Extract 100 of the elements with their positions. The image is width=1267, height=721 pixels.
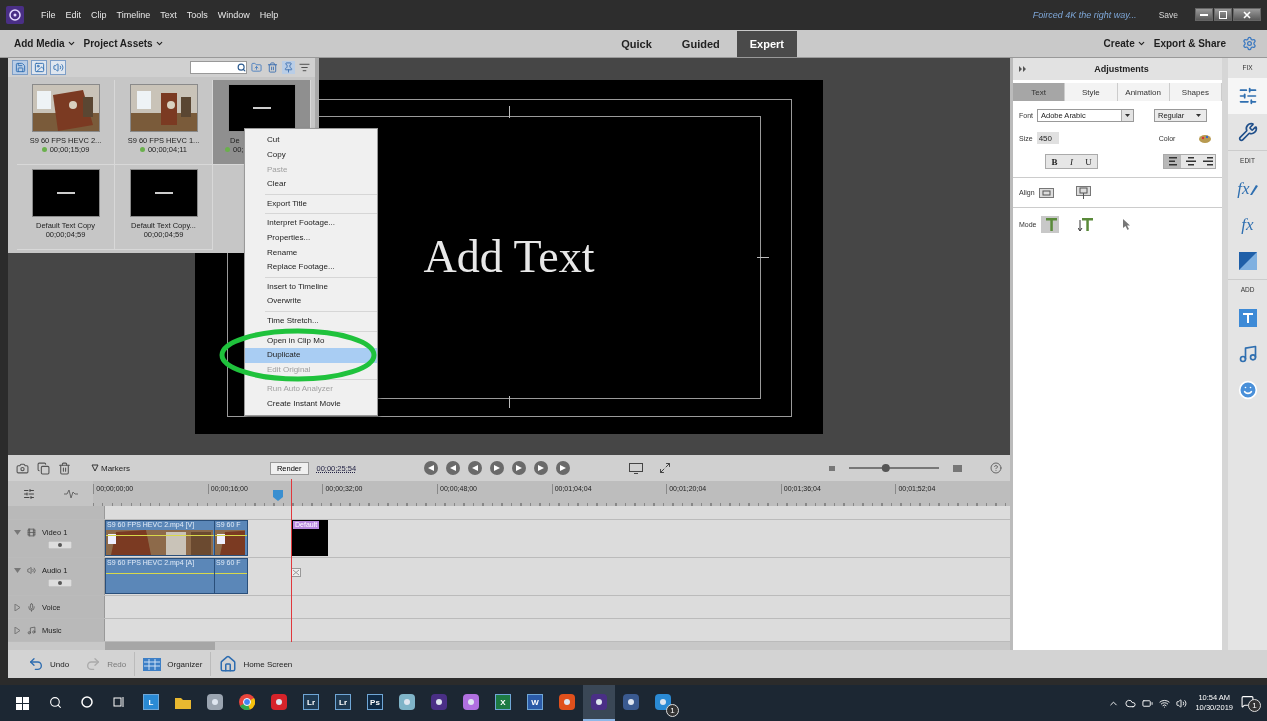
taskbar-app[interactable]: Lr xyxy=(327,685,359,721)
volume-icon[interactable] xyxy=(1176,697,1188,709)
create-menu[interactable]: Create xyxy=(1099,38,1150,49)
menu-item[interactable]: Tools xyxy=(181,9,213,20)
vertical-type-icon xyxy=(1077,217,1094,233)
menu-option[interactable]: Overwrite xyxy=(245,294,377,309)
zoom-out-icon[interactable] xyxy=(829,465,835,471)
camera-icon[interactable] xyxy=(16,461,29,475)
menu-item[interactable]: Edit xyxy=(60,9,87,20)
delete-button[interactable] xyxy=(266,61,279,75)
format-button[interactable]: I xyxy=(1063,155,1080,169)
keyframe-controls-icon[interactable] xyxy=(48,541,72,550)
audio-filter-button[interactable] xyxy=(50,60,66,76)
undo-icon xyxy=(28,656,44,673)
markers-menu[interactable]: Markers xyxy=(87,463,134,473)
transport-button[interactable] xyxy=(446,461,461,476)
battery-icon[interactable] xyxy=(1142,697,1154,709)
menu-item[interactable]: Text xyxy=(155,9,182,20)
cloud-icon[interactable] xyxy=(1125,697,1137,709)
taskbar-app[interactable]: L xyxy=(135,685,167,721)
windows-start-icon[interactable] xyxy=(16,696,29,710)
mode-tab[interactable]: Guided xyxy=(668,30,733,57)
align-horizontal-icon[interactable] xyxy=(1038,187,1054,198)
keyframe-controls-icon[interactable] xyxy=(48,579,72,588)
vertical-text-button[interactable] xyxy=(1076,216,1095,234)
transport-button[interactable] xyxy=(468,461,483,476)
playhead-handle[interactable] xyxy=(273,490,284,502)
taskbar-app[interactable]: X xyxy=(487,685,519,721)
text-align-button[interactable] xyxy=(1164,155,1181,169)
image-filter-button[interactable] xyxy=(31,60,47,76)
menu-option[interactable]: Clear xyxy=(245,177,377,192)
transport-button[interactable] xyxy=(556,461,571,476)
taskbar-app[interactable]: 1 xyxy=(647,685,679,721)
skip-back-icon xyxy=(428,465,435,472)
color-palette-icon[interactable] xyxy=(1199,133,1212,144)
trash-icon[interactable] xyxy=(58,461,71,475)
menu-option[interactable]: Time Stretch... xyxy=(245,313,377,329)
menu-option[interactable]: Insert to Timeline xyxy=(245,279,377,295)
menu-option[interactable]: Interpret Footage... xyxy=(245,216,377,231)
play-button[interactable] xyxy=(490,461,505,476)
app-tile-icon: Lr xyxy=(303,694,319,710)
menu-option[interactable]: Replace Footage... xyxy=(245,260,377,275)
home-button[interactable]: Home Screen xyxy=(211,652,301,677)
close-button[interactable] xyxy=(1233,8,1261,22)
menu-item[interactable]: Clip xyxy=(86,9,112,20)
fullscreen-button[interactable] xyxy=(658,461,673,476)
organizer-button[interactable]: Organizer xyxy=(135,652,212,677)
menu-item[interactable]: File xyxy=(36,9,61,20)
adjustment-tab[interactable]: Animation xyxy=(1117,83,1170,102)
horizontal-text-button[interactable] xyxy=(1040,216,1059,234)
add-media-menu[interactable]: Add Media xyxy=(10,38,80,49)
menu-item[interactable]: Window xyxy=(212,9,255,20)
home-icon xyxy=(219,655,238,674)
collapse-panel-icon[interactable] xyxy=(1019,66,1027,73)
format-button[interactable]: B xyxy=(1046,155,1063,169)
taskbar-app[interactable]: W xyxy=(519,685,551,721)
rail-tool-button[interactable]: fx xyxy=(1228,207,1267,244)
adjustment-tab[interactable]: Text xyxy=(1013,83,1066,102)
search-field[interactable] xyxy=(190,61,247,75)
settings-icon[interactable] xyxy=(1242,36,1257,51)
menu-option[interactable]: Open in Clip Mo xyxy=(245,333,377,349)
taskbar-app[interactable]: Ps xyxy=(359,685,391,721)
menu-option[interactable]: Create Instant Movie xyxy=(245,396,377,412)
menu-option[interactable]: Rename xyxy=(245,245,377,261)
export-share-menu[interactable]: Export & Share xyxy=(1149,38,1230,49)
format-button[interactable]: U xyxy=(1080,155,1097,169)
menu-option[interactable]: Duplicate xyxy=(245,348,377,363)
transport-button[interactable] xyxy=(424,461,439,476)
mode-tab[interactable]: Expert xyxy=(736,30,797,57)
help-icon[interactable] xyxy=(990,462,1002,475)
save-link[interactable]: Save xyxy=(1158,9,1178,20)
transport-button[interactable] xyxy=(534,461,549,476)
taskbar-app[interactable] xyxy=(583,685,615,721)
taskbar-app[interactable]: Lr xyxy=(295,685,327,721)
notification-icon[interactable] xyxy=(1241,695,1254,708)
waveform-icon[interactable] xyxy=(64,488,79,499)
wifi-icon[interactable] xyxy=(1159,697,1171,709)
maximize-button[interactable] xyxy=(1214,8,1232,22)
zoom-in-icon[interactable] xyxy=(953,464,962,472)
undo-button[interactable]: Undo xyxy=(20,652,78,677)
transport-button[interactable] xyxy=(512,461,527,476)
align-vertical-icon[interactable] xyxy=(1075,186,1091,200)
menu-item[interactable]: Help xyxy=(254,9,284,20)
adjustment-tab[interactable]: Shapes xyxy=(1169,83,1222,102)
align-icon xyxy=(1200,157,1213,167)
adjustment-tab[interactable]: Style xyxy=(1065,83,1118,102)
mode-tab[interactable]: Quick xyxy=(608,30,665,57)
project-assets-menu[interactable]: Project Assets xyxy=(79,38,168,49)
copy-icon[interactable] xyxy=(37,461,50,475)
menu-option[interactable]: Export Title xyxy=(245,196,377,212)
menu-option[interactable]: Properties... xyxy=(245,230,377,246)
minimize-button[interactable] xyxy=(1195,8,1213,22)
zoom-slider[interactable] xyxy=(849,463,939,474)
track-options-icon[interactable] xyxy=(22,487,35,500)
menu-item[interactable]: Timeline xyxy=(111,9,156,20)
size-field[interactable]: 450 xyxy=(1036,132,1059,145)
display-button[interactable] xyxy=(628,461,645,475)
rail-tool-button[interactable] xyxy=(1228,78,1267,115)
rail-tool-button[interactable]: fx xyxy=(1228,171,1267,208)
scrollbar-thumb[interactable] xyxy=(105,642,215,651)
